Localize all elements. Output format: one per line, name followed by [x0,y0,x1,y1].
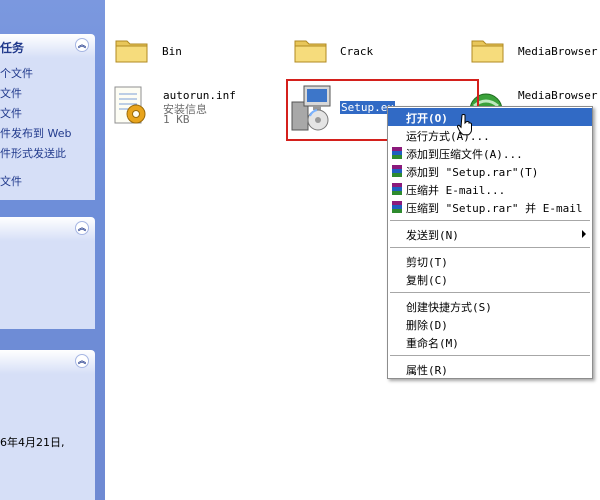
details-date: 6年4月21日, [0,436,65,449]
task-link-copy[interactable]: 文件 [0,105,22,121]
folder-icon [115,40,148,63]
menu-separator [390,355,590,357]
folder-bin[interactable]: Bin [112,32,222,72]
folder-crack[interactable]: Crack [291,32,401,72]
menu-item-add-to-setup-rar-label: 添加到 "Setup.rar"(T) [406,166,539,179]
menu-item-cut[interactable]: 剪切(T) [388,252,592,270]
menu-item-create-shortcut[interactable]: 创建快捷方式(S) [388,297,592,315]
folder-bin-label: Bin [162,45,182,58]
task-link-move[interactable]: 文件 [0,85,22,101]
folder-crack-label: Crack [340,45,374,58]
other-places-header[interactable]: ︽ [0,217,95,241]
menu-item-add-to-archive[interactable]: 添加到压缩文件(A)... [388,144,592,162]
menu-item-create-shortcut-label: 创建快捷方式(S) [406,301,492,314]
menu-item-copy-label: 复制(C) [406,274,448,287]
menu-item-open[interactable]: 打开(O) [388,108,592,126]
menu-item-add-to-archive-label: 添加到压缩文件(A)... [406,148,523,161]
menu-item-compress-email-label: 压缩并 E-mail... [406,184,506,197]
menu-item-properties[interactable]: 属性(R) [388,360,592,378]
menu-item-compress-setup-rar-email[interactable]: 压缩到 "Setup.rar" 并 E-mail [388,198,592,216]
task-link-new-folder[interactable]: 个文件 [0,65,33,81]
task-link-delete[interactable]: 文件 [0,173,22,189]
task-pane: 任务 ︽ 个文件 文件 文件 件发布到 Web 件形式发送此 文件 ︽ ︽ 6年… [0,0,105,500]
submenu-arrow-icon [582,230,586,238]
menu-item-compress-setup-rar-email-label: 压缩到 "Setup.rar" 并 E-mail [406,202,583,215]
menu-item-send-to-label: 发送到(N) [406,229,459,242]
collapse-chevron-icon[interactable]: ︽ [75,221,89,235]
menu-item-rename[interactable]: 重命名(M) [388,333,592,351]
folder-icon [294,40,327,63]
menu-item-delete[interactable]: 删除(D) [388,315,592,333]
task-link-publish-web[interactable]: 件发布到 Web [0,125,71,141]
menu-item-open-label: 打开(O) [406,112,448,125]
file-tasks-header[interactable]: 任务 ︽ [0,34,95,58]
winrar-icon [392,201,402,213]
menu-item-copy[interactable]: 复制(C) [388,270,592,288]
file-tasks-body: 个文件 文件 文件 件发布到 Web 件形式发送此 文件 [0,58,95,200]
menu-item-delete-label: 删除(D) [406,319,448,332]
folder-mediabrowser-label: MediaBrowser [518,45,598,58]
folder-mediabrowser[interactable]: MediaBrowser [470,32,600,72]
winrar-icon [392,165,402,177]
file-tasks-title: 任务 [0,41,25,55]
file-autorun-size: 1 KB [163,113,190,126]
collapse-chevron-icon[interactable]: ︽ [75,38,89,52]
menu-item-rename-label: 重命名(M) [406,337,459,350]
menu-item-run-as[interactable]: 运行方式(A)... [388,126,592,144]
menu-item-properties-label: 属性(R) [406,364,448,377]
other-places-body [0,241,95,329]
file-autorun[interactable]: autorun.inf 安装信息 1 KB [110,84,260,134]
winrar-icon [392,147,402,159]
settings-file-icon [114,86,146,124]
collapse-chevron-icon[interactable]: ︽ [75,354,89,368]
details-body: 6年4月21日, [0,374,95,500]
menu-item-send-to[interactable]: 发送到(N) [388,225,592,243]
hand-cursor-icon [457,114,472,136]
file-mediabrowser-exe-label: MediaBrowser. [518,89,600,102]
task-link-email[interactable]: 件形式发送此 [0,145,66,161]
menu-separator [390,247,590,249]
menu-item-cut-label: 剪切(T) [406,256,448,269]
folder-icon [471,40,504,63]
menu-item-run-as-label: 运行方式(A)... [406,130,490,143]
menu-item-add-to-setup-rar[interactable]: 添加到 "Setup.rar"(T) [388,162,592,180]
details-header[interactable]: ︽ [0,350,95,374]
menu-item-compress-email[interactable]: 压缩并 E-mail... [388,180,592,198]
context-menu: 打开(O) 运行方式(A)... 添加到压缩文件(A)... 添加到 "Setu… [387,106,593,379]
menu-separator [390,292,590,294]
winrar-icon [392,183,402,195]
menu-separator [390,220,590,222]
